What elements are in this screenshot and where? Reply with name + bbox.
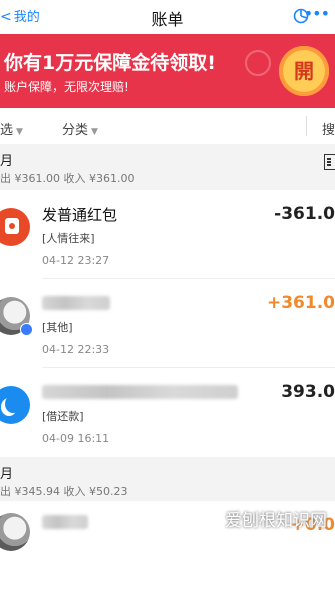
transaction-row[interactable]: [借还款] 04-09 16:11 393.0	[0, 368, 335, 457]
transaction-time: 04-12 22:33	[42, 343, 110, 356]
month-summary: 出 ¥345.94 收入 ¥50.23	[0, 485, 128, 498]
promo-banner[interactable]: 你有1万元保障金待领取! 账户保障，无限次理赔! 開	[0, 34, 335, 108]
month-label: 月	[0, 154, 14, 169]
watermark-text: 爱刨根知识网	[225, 511, 327, 531]
month-label: 月	[0, 467, 14, 482]
month-header: 月 出 ¥361.00 收入 ¥361.00	[0, 144, 335, 190]
transaction-row[interactable]: [其他] 04-12 22:33 +361.0	[0, 279, 335, 368]
transaction-amount: -361.0	[274, 204, 335, 224]
transaction-category: [人情往来]	[42, 232, 95, 245]
divider	[306, 116, 307, 136]
banner-headline: 你有1万元保障金待领取!	[4, 52, 216, 74]
avatar	[0, 513, 30, 551]
transaction-category: [其他]	[42, 321, 73, 334]
red-packet-icon	[0, 208, 30, 246]
page-title: 账单	[151, 10, 184, 29]
month-summary: 出 ¥361.00 收入 ¥361.00	[0, 172, 135, 185]
repayment-icon	[0, 386, 30, 424]
transaction-category: [借还款]	[42, 410, 84, 423]
search-button[interactable]: 搜	[322, 119, 335, 138]
category-dropdown[interactable]: 分类 ▼	[62, 119, 98, 138]
calendar-icon[interactable]	[324, 154, 335, 170]
filter-dropdown[interactable]: 选 ▼	[0, 119, 23, 138]
blurred-name	[42, 385, 238, 399]
transaction-amount: +361.0	[266, 293, 335, 313]
caret-down-icon: ▼	[16, 127, 23, 137]
transaction-time: 04-12 23:27	[42, 254, 110, 267]
banner-subtext: 账户保障，无限次理赔!	[4, 80, 129, 94]
banner-decoration	[245, 50, 271, 76]
transaction-row[interactable]: 发普通红包 [人情往来] 04-12 23:27 -361.0	[0, 190, 335, 279]
blurred-name	[42, 515, 88, 529]
month-header: 月 出 ¥345.94 收入 ¥50.23	[0, 457, 335, 501]
transaction-name: 发普通红包	[42, 206, 118, 224]
caret-down-icon: ▼	[91, 127, 98, 137]
blurred-name	[42, 296, 110, 310]
verified-badge-icon	[20, 323, 33, 336]
category-label: 分类	[62, 123, 89, 138]
filter-label: 选	[0, 123, 14, 138]
transaction-time: 04-09 16:11	[42, 432, 110, 445]
nav-bar: < 我的 账单 •••	[0, 0, 335, 34]
filter-bar: 选 ▼ 分类 ▼ 搜	[0, 108, 335, 144]
open-coin-button[interactable]: 開	[279, 46, 329, 96]
more-menu-icon[interactable]: •••	[304, 4, 330, 23]
transaction-amount: 393.0	[281, 382, 335, 402]
